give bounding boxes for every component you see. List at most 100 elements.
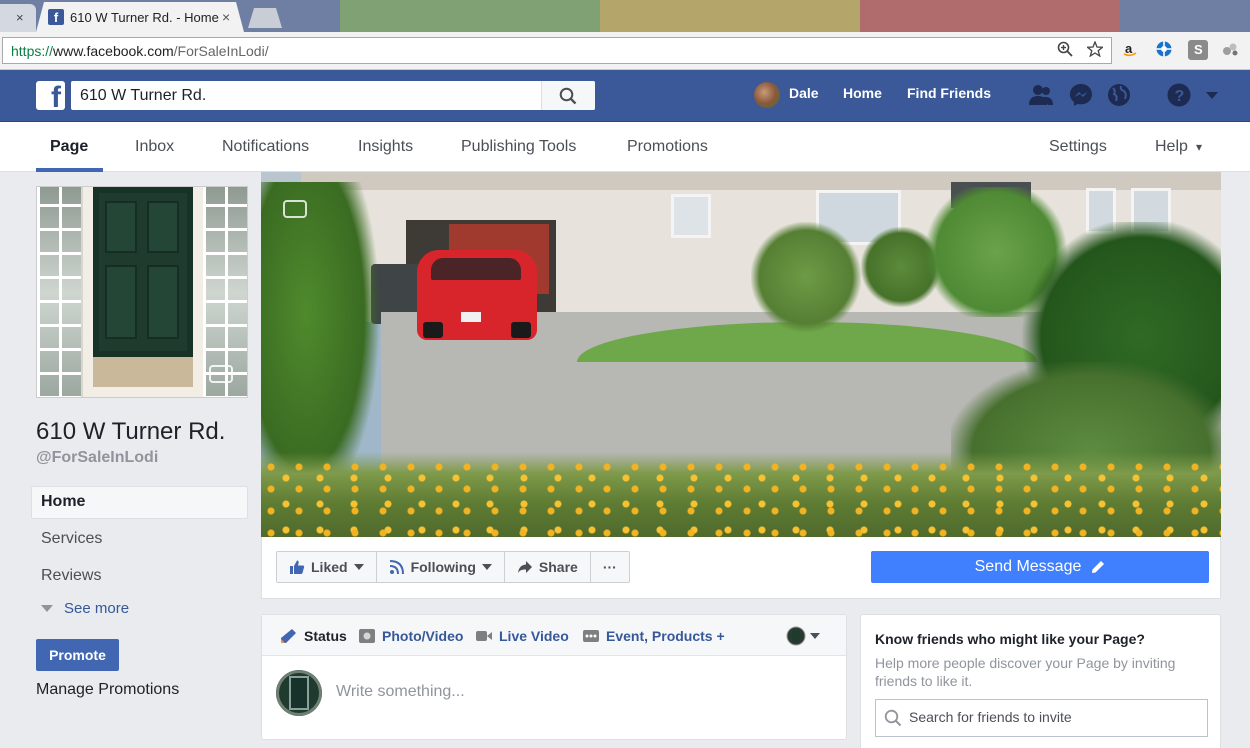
tab-close-icon[interactable]: ×	[222, 9, 230, 25]
composer-tab-status[interactable]: Status	[280, 628, 347, 644]
send-message-label: Send Message	[974, 558, 1082, 575]
car-tire	[511, 322, 531, 338]
bookmark-star-icon[interactable]	[1085, 40, 1105, 61]
help-question-icon[interactable]: ?	[1166, 82, 1192, 108]
post-composer: Status Photo/Video Live Video Event, Pro…	[261, 614, 847, 740]
composer-tab-event-products[interactable]: Event, Products +	[582, 628, 725, 644]
sidebar-item-home[interactable]: Home	[41, 493, 85, 511]
see-more-link[interactable]: See more	[64, 600, 129, 617]
address-bar[interactable]: https://www.facebook.com/ForSaleInLodi/	[2, 37, 1112, 64]
facebook-search-input[interactable]	[71, 81, 595, 110]
following-button[interactable]: Following	[376, 552, 505, 582]
amazon-extension-icon[interactable]: a	[1120, 40, 1140, 60]
account-menu-chevron-down-icon[interactable]	[1204, 88, 1220, 100]
tab-inbox[interactable]: Inbox	[135, 138, 174, 156]
browser-tab-previous[interactable]: ×	[0, 4, 36, 32]
profile-picture[interactable]	[36, 186, 248, 398]
composer-page-avatar	[276, 670, 322, 716]
composer-tab-live-video[interactable]: Live Video	[475, 628, 569, 644]
browser-toolbar: https://www.facebook.com/ForSaleInLodi/ …	[0, 32, 1250, 70]
composer-tab-status-label: Status	[304, 628, 347, 644]
tab-notifications[interactable]: Notifications	[222, 138, 309, 156]
liked-button[interactable]: Liked	[277, 552, 377, 582]
browser-tab-active[interactable]: f 610 W Turner Rd. - Home ×	[36, 2, 244, 32]
sidebar-item-services[interactable]: Services	[41, 530, 102, 548]
tab-settings[interactable]: Settings	[1049, 138, 1107, 156]
extension-puzzle-icon[interactable]	[1220, 40, 1240, 60]
facebook-logo-icon[interactable]: f	[36, 81, 65, 110]
composer-tab-photo-video[interactable]: Photo/Video	[358, 628, 463, 644]
extension-blue-icon[interactable]	[1154, 40, 1174, 60]
page-username[interactable]: @ForSaleInLodi	[36, 449, 158, 467]
post-as-selector[interactable]	[786, 626, 826, 646]
nav-find-friends-link[interactable]: Find Friends	[907, 85, 991, 101]
composer-tab-live-video-label: Live Video	[499, 628, 569, 644]
browser-tab-strip: × f 610 W Turner Rd. - Home ×	[0, 0, 1250, 32]
zoom-icon[interactable]	[1057, 41, 1077, 61]
user-avatar[interactable]	[754, 82, 780, 108]
tab-insights[interactable]: Insights	[358, 138, 413, 156]
invite-card-title: Know friends who might like your Page?	[875, 631, 1145, 647]
new-tab-button[interactable]	[248, 8, 282, 28]
tab-promotions[interactable]: Promotions	[627, 138, 708, 156]
update-cover-camera-icon[interactable]	[283, 200, 307, 218]
see-more-chevron-down-icon[interactable]	[41, 605, 53, 612]
omnibox-icons	[1047, 40, 1105, 62]
yellow-flowers	[261, 457, 1221, 537]
share-button[interactable]: Share	[504, 552, 591, 582]
avatar-door	[289, 676, 309, 710]
send-message-button[interactable]: Send Message	[871, 551, 1209, 583]
car-rear-window	[431, 258, 521, 280]
door-panel	[147, 265, 179, 339]
tab-close-icon[interactable]: ×	[16, 10, 24, 25]
help-chevron-down-icon[interactable]: ▾	[1196, 140, 1202, 154]
composer-input[interactable]: Write something...	[336, 683, 465, 701]
license-plate	[461, 312, 481, 322]
invite-card-description: Help more people discover your Page by i…	[875, 655, 1176, 689]
page-avatar-chevron-down-icon	[786, 626, 820, 646]
share-arrow-icon	[517, 561, 532, 573]
manage-promotions-link[interactable]: Manage Promotions	[36, 681, 179, 699]
door-panel	[105, 265, 137, 339]
extension-gray-icon[interactable]: S	[1188, 40, 1208, 60]
sidebar-item-reviews[interactable]: Reviews	[41, 567, 101, 585]
notifications-globe-icon[interactable]	[1106, 82, 1132, 108]
more-options-button[interactable]: ···	[590, 552, 629, 582]
following-label: Following	[410, 559, 476, 575]
facebook-favicon-icon: f	[48, 9, 64, 25]
tab-help[interactable]: Help	[1155, 138, 1188, 156]
friend-requests-icon[interactable]	[1028, 82, 1054, 108]
house-eave	[301, 172, 1221, 190]
url-scheme: https://	[11, 43, 54, 59]
thumbs-up-icon	[290, 560, 305, 574]
page-admin-tabs: Page Inbox Notifications Insights Publis…	[0, 122, 1250, 172]
share-label: Share	[538, 559, 578, 575]
composer-tab-event-products-label: Event, Products +	[606, 628, 725, 644]
page-action-buttons: Liked Following Share ···	[276, 551, 630, 583]
promote-button[interactable]: Promote	[36, 639, 119, 671]
tab-title: 610 W Turner Rd. - Home	[70, 10, 219, 25]
video-camera-icon	[476, 631, 492, 641]
invite-search-input[interactable]	[909, 709, 1199, 725]
svg-text:?: ?	[1175, 88, 1185, 105]
door-panel	[105, 201, 137, 253]
photo-icon	[359, 629, 375, 643]
door-panel	[147, 201, 179, 253]
composer-tab-photo-video-label: Photo/Video	[382, 628, 464, 644]
liked-label: Liked	[311, 559, 348, 575]
invite-search-box[interactable]	[875, 699, 1208, 737]
search-button[interactable]	[541, 81, 595, 110]
tab-page[interactable]: Page	[50, 138, 88, 156]
tab-publishing-tools[interactable]: Publishing Tools	[461, 138, 576, 156]
nav-home-link[interactable]: Home	[843, 85, 882, 101]
url-host: www.facebook.com	[53, 43, 174, 59]
chevron-down-icon	[353, 564, 364, 570]
facebook-top-bar: f Dale Home Find Friends ?	[0, 70, 1250, 122]
user-name-link[interactable]: Dale	[789, 85, 819, 101]
cover-photo[interactable]	[261, 172, 1221, 537]
front-door	[93, 187, 193, 357]
page-action-bar: Liked Following Share ··· Send Message	[261, 537, 1221, 599]
update-profile-camera-icon[interactable]	[209, 365, 233, 383]
house-window	[671, 194, 711, 238]
messenger-icon[interactable]	[1068, 82, 1094, 108]
